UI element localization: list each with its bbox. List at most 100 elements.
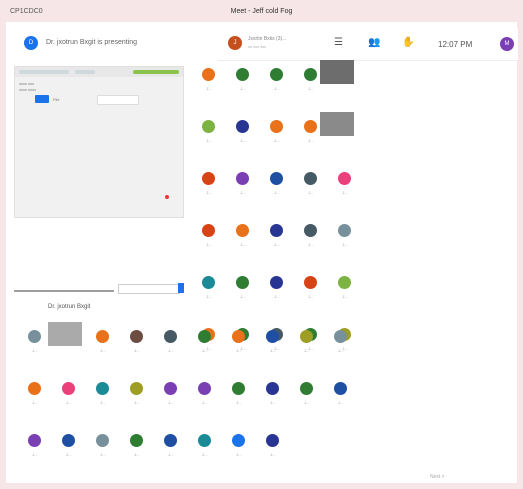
- participant-tile[interactable]: J...: [190, 382, 220, 422]
- participant-tile[interactable]: J...: [292, 382, 322, 422]
- participant-avatar: [232, 330, 245, 343]
- participant-tile[interactable]: J...: [88, 434, 118, 474]
- participant-tile[interactable]: J...: [330, 224, 360, 264]
- participant-tile[interactable]: J...: [122, 434, 152, 474]
- pointer-dot: [165, 195, 169, 199]
- participant-tile[interactable]: J...: [156, 382, 186, 422]
- participant-tile[interactable]: J...: [190, 330, 220, 370]
- participant-avatar: [236, 224, 249, 237]
- participant-avatar: [338, 276, 351, 289]
- participant-tile[interactable]: J...: [88, 330, 118, 370]
- participant-tile[interactable]: J...: [20, 434, 50, 474]
- participant-avatar: [236, 276, 249, 289]
- participant-tile[interactable]: J...: [20, 382, 50, 422]
- participant-name: J...: [202, 348, 208, 353]
- participant-tile[interactable]: J...: [262, 172, 292, 212]
- list-icon[interactable]: ☰: [334, 37, 343, 48]
- participant-photo: [48, 322, 82, 346]
- participant-avatar: [304, 68, 317, 81]
- participant-name: J...: [240, 294, 246, 299]
- participant-avatar: [28, 330, 41, 343]
- participant-avatar: [202, 120, 215, 133]
- chat-input[interactable]: [118, 284, 180, 294]
- participant-tile[interactable]: J...: [190, 434, 220, 474]
- participant-tile[interactable]: J...: [194, 224, 224, 264]
- participant-tile[interactable]: J...: [122, 330, 152, 370]
- participant-name: J...: [100, 348, 106, 353]
- participant-avatar: [202, 68, 215, 81]
- participant-name: J...: [32, 452, 38, 457]
- participant-tile[interactable]: J...: [296, 224, 326, 264]
- people-icon[interactable]: 👥: [368, 37, 380, 48]
- shared-tab-active: [133, 70, 179, 74]
- participant-tile[interactable]: J...: [122, 382, 152, 422]
- participant-tile[interactable]: J...: [258, 434, 288, 474]
- participant-tile[interactable]: J...: [156, 434, 186, 474]
- participant-avatar: [304, 172, 317, 185]
- participant-tile[interactable]: J...: [262, 120, 292, 160]
- participant-name: J...: [274, 138, 280, 143]
- participant-tile[interactable]: J...: [228, 276, 258, 316]
- participant-tile[interactable]: J...: [224, 382, 254, 422]
- participant-name: J...: [206, 242, 212, 247]
- participant-tile[interactable]: J...: [330, 276, 360, 316]
- participant-tile[interactable]: J...: [262, 224, 292, 264]
- participant-avatar: [236, 172, 249, 185]
- participant-tile[interactable]: J...: [194, 120, 224, 160]
- participant-avatar: [232, 382, 245, 395]
- scroll-track[interactable]: [14, 290, 114, 292]
- user-avatar[interactable]: M: [500, 37, 514, 51]
- participant-tile[interactable]: J...: [262, 276, 292, 316]
- participant-tile[interactable]: J...: [292, 330, 322, 370]
- participant-tile[interactable]: J...: [194, 68, 224, 108]
- participant-tile[interactable]: J...: [224, 434, 254, 474]
- participant-tile[interactable]: J...: [20, 330, 50, 370]
- participant-tile[interactable]: J...: [296, 276, 326, 316]
- participant-name: J...: [236, 400, 242, 405]
- participant-tile[interactable]: J...: [224, 330, 254, 370]
- participant-tile[interactable]: J...: [54, 434, 84, 474]
- participant-tile[interactable]: J...: [262, 68, 292, 108]
- participant-avatar: [270, 276, 283, 289]
- participant-tile[interactable]: J...: [228, 68, 258, 108]
- participant-tile[interactable]: J...: [194, 276, 224, 316]
- shared-tab: [19, 70, 69, 74]
- pagination[interactable]: Next >: [430, 474, 445, 480]
- caller-subtitle: xx xxx xxx: [248, 44, 267, 49]
- participant-tile[interactable]: J...: [326, 330, 356, 370]
- participant-tile[interactable]: J...: [88, 382, 118, 422]
- participant-avatar: [202, 172, 215, 185]
- participant-tile[interactable]: J...: [228, 224, 258, 264]
- participant-avatar: [96, 434, 109, 447]
- participant-avatar: [202, 276, 215, 289]
- participant-avatar: [338, 172, 351, 185]
- participant-name: J...: [308, 294, 314, 299]
- participant-tile[interactable]: J...: [258, 330, 288, 370]
- participant-tile[interactable]: J...: [228, 172, 258, 212]
- participant-tile[interactable]: J...: [326, 382, 356, 422]
- participant-name: J...: [304, 348, 310, 353]
- participant-name: J...: [134, 452, 140, 457]
- participant-name: J...: [240, 242, 246, 247]
- participant-name: J...: [206, 294, 212, 299]
- participant-name: J...: [168, 400, 174, 405]
- caller-avatar[interactable]: J: [228, 36, 242, 50]
- hand-icon[interactable]: ✋: [402, 37, 414, 48]
- presenter-avatar[interactable]: D: [24, 36, 38, 50]
- participant-name: J...: [66, 400, 72, 405]
- participant-avatar: [266, 382, 279, 395]
- participant-name: J...: [236, 348, 242, 353]
- send-button[interactable]: [178, 283, 184, 293]
- participant-tile[interactable]: J...: [296, 172, 326, 212]
- participant-name: J...: [168, 452, 174, 457]
- participant-tile[interactable]: J...: [156, 330, 186, 370]
- participant-tile[interactable]: J...: [194, 172, 224, 212]
- participant-tile[interactable]: J...: [258, 382, 288, 422]
- participant-tile[interactable]: J...: [54, 382, 84, 422]
- title-bar: CP1CDC0 Meet - Jeff cold Fog: [0, 0, 523, 22]
- participant-tile[interactable]: J...: [228, 120, 258, 160]
- call-header: J Jxsrtin Bxtis (3)... xx xxx xxx ☰ 👥 ✋ …: [218, 28, 518, 61]
- participant-tile[interactable]: J...: [330, 172, 360, 212]
- participant-avatar: [304, 276, 317, 289]
- participant-avatar: [270, 120, 283, 133]
